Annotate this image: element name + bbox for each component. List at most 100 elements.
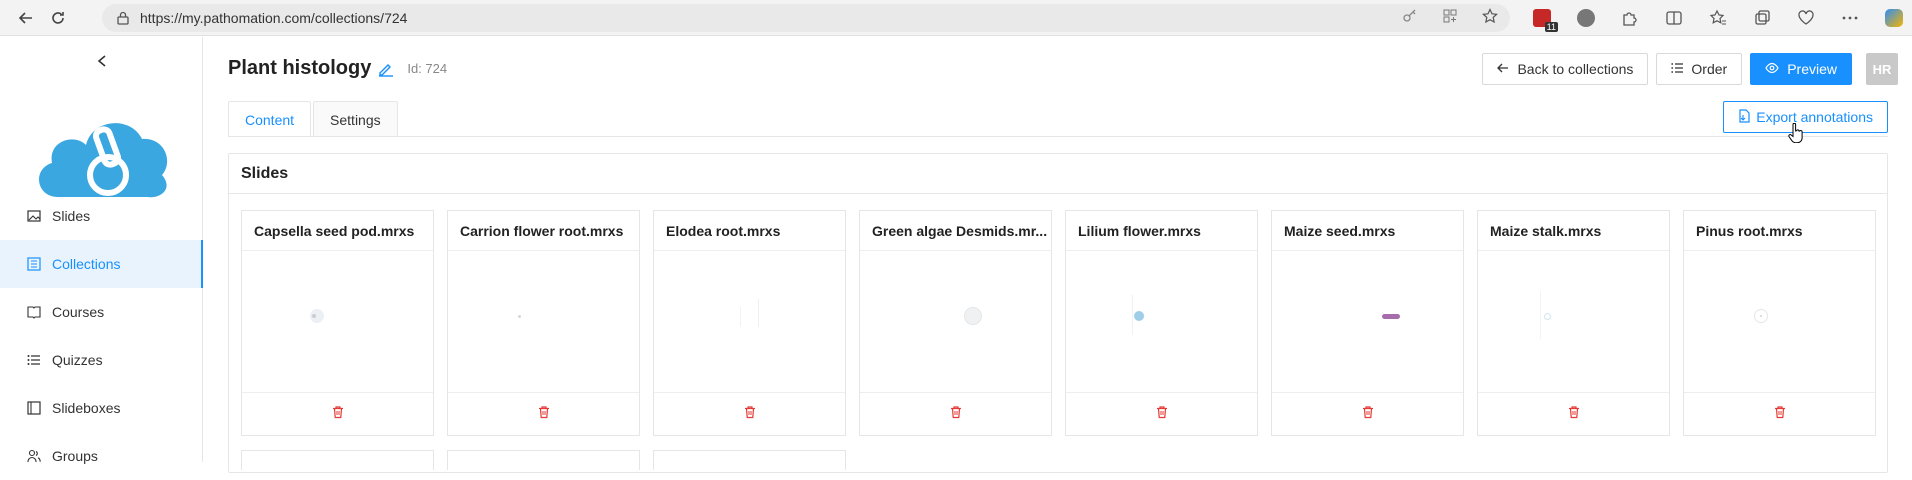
- sidebar-item-slides[interactable]: Slides: [0, 192, 203, 240]
- export-annotations-label: Export annotations: [1756, 109, 1873, 125]
- slide-card[interactable]: [653, 450, 846, 470]
- app-install-icon[interactable]: [1442, 8, 1458, 29]
- slide-thumbnail[interactable]: [448, 251, 639, 393]
- box-icon: [26, 400, 42, 416]
- preview-label: Preview: [1787, 61, 1837, 77]
- order-label: Order: [1691, 61, 1728, 77]
- slide-card[interactable]: Elodea root.mrxs: [653, 210, 846, 436]
- slide-actions: [654, 393, 845, 435]
- slide-actions: [1684, 393, 1875, 435]
- slide-actions: [242, 393, 433, 435]
- slide-card[interactable]: Carrion flower root.mrxs: [447, 210, 640, 436]
- delete-trash-icon[interactable]: [949, 405, 963, 424]
- slide-card[interactable]: Pinus root.mrxs: [1683, 210, 1876, 436]
- delete-trash-icon[interactable]: [1773, 405, 1787, 424]
- tab-divider: [228, 136, 1888, 137]
- url-text: https://my.pathomation.com/collections/7…: [140, 10, 408, 26]
- sidebar-item-label: Slides: [52, 208, 91, 224]
- sidebar-item-label: Collections: [52, 256, 121, 272]
- delete-trash-icon[interactable]: [1155, 405, 1169, 424]
- user-avatar[interactable]: HR: [1866, 53, 1898, 85]
- slide-thumbnail[interactable]: [654, 251, 845, 393]
- slide-card[interactable]: Maize stalk.mrxs: [1477, 210, 1670, 436]
- slide-grid: Capsella seed pod.mrxs Carrion flower ro…: [241, 210, 1876, 436]
- sidebar-item-label: Slideboxes: [52, 400, 121, 416]
- slide-name: Pinus root.mrxs: [1684, 211, 1875, 251]
- delete-trash-icon[interactable]: [537, 405, 551, 424]
- split-screen-icon[interactable]: [1662, 6, 1686, 30]
- slide-name: Green algae Desmids.mr...: [860, 211, 1051, 251]
- collection-icon: [26, 256, 42, 272]
- copilot-icon[interactable]: [1882, 6, 1906, 30]
- slide-thumbnail[interactable]: [1478, 251, 1669, 393]
- sidebar-item-collections[interactable]: Collections: [0, 240, 203, 288]
- sidebar-item-label: Courses: [52, 304, 105, 320]
- slide-thumbnail[interactable]: [242, 251, 433, 393]
- favorites-icon[interactable]: [1706, 6, 1730, 30]
- slide-thumbnail[interactable]: [1684, 251, 1875, 393]
- slide-name: Maize seed.mrxs: [1272, 211, 1463, 251]
- order-button[interactable]: Order: [1656, 53, 1743, 85]
- sidebar-item-courses[interactable]: Courses: [0, 288, 203, 336]
- back-to-collections-button[interactable]: Back to collections: [1482, 53, 1649, 85]
- image-icon: [26, 208, 42, 224]
- slide-thumbnail[interactable]: [1272, 251, 1463, 393]
- export-annotations-button[interactable]: Export annotations: [1723, 101, 1888, 133]
- slide-name: Lilium flower.mrxs: [1066, 211, 1257, 251]
- key-icon[interactable]: [1402, 8, 1418, 29]
- refresh-icon[interactable]: [46, 6, 70, 30]
- list-icon: [26, 352, 42, 368]
- slide-card[interactable]: [241, 450, 434, 470]
- collections-browser-icon[interactable]: [1750, 6, 1774, 30]
- sidebar-menu: Slides Collections Courses Quizzes Slide…: [0, 192, 203, 480]
- browser-toolbar: https://my.pathomation.com/collections/7…: [0, 0, 1912, 36]
- calendar-extension-icon[interactable]: 11: [1530, 6, 1558, 32]
- slide-card[interactable]: Lilium flower.mrxs: [1065, 210, 1258, 436]
- page-title: Plant histology: [228, 57, 372, 79]
- edit-pencil-icon[interactable]: [377, 60, 395, 78]
- eye-icon: [1765, 61, 1779, 77]
- profile-extension-icon[interactable]: [1574, 6, 1598, 30]
- ordered-list-icon: [1671, 61, 1684, 77]
- sidebar: Slides Collections Courses Quizzes Slide…: [0, 37, 203, 464]
- address-bar[interactable]: https://my.pathomation.com/collections/7…: [102, 4, 1510, 32]
- more-options-icon[interactable]: [1838, 6, 1862, 30]
- heart-pulse-icon[interactable]: [1794, 6, 1818, 30]
- puzzle-icon[interactable]: [1618, 6, 1642, 30]
- collection-id: Id: 724: [407, 61, 448, 76]
- tab-content[interactable]: Content: [228, 101, 312, 137]
- slide-card[interactable]: Maize seed.mrxs: [1271, 210, 1464, 436]
- back-arrow-icon[interactable]: [14, 6, 38, 30]
- header-actions: Back to collections Order Preview: [1482, 53, 1852, 85]
- sidebar-item-slideboxes[interactable]: Slideboxes: [0, 384, 203, 432]
- hand-cursor-icon: [1788, 122, 1804, 148]
- book-icon: [26, 304, 42, 320]
- slide-actions: [1478, 393, 1669, 435]
- delete-trash-icon[interactable]: [743, 405, 757, 424]
- sidebar-item-groups[interactable]: Groups: [0, 432, 203, 480]
- delete-trash-icon[interactable]: [331, 405, 345, 424]
- lock-icon: [117, 11, 129, 25]
- slide-grid-next-row: [241, 450, 846, 470]
- collapse-sidebar-icon[interactable]: [92, 51, 112, 71]
- file-export-icon: [1738, 108, 1750, 126]
- tab-settings[interactable]: Settings: [313, 101, 398, 137]
- slide-actions: [448, 393, 639, 435]
- delete-trash-icon[interactable]: [1567, 405, 1581, 424]
- slide-thumbnail[interactable]: [860, 251, 1051, 393]
- arrow-left-icon: [1497, 61, 1509, 77]
- slide-name: Maize stalk.mrxs: [1478, 211, 1669, 251]
- slide-actions: [860, 393, 1051, 435]
- main-content: Plant histology Id: 724 Back to collecti…: [204, 37, 1912, 473]
- sidebar-item-quizzes[interactable]: Quizzes: [0, 336, 203, 384]
- favorite-star-icon[interactable]: [1482, 8, 1498, 29]
- slides-card: Slides Capsella seed pod.mrxs Carrion fl…: [228, 153, 1888, 473]
- preview-button[interactable]: Preview: [1750, 53, 1852, 85]
- slide-card[interactable]: Capsella seed pod.mrxs: [241, 210, 434, 436]
- slide-card[interactable]: [447, 450, 640, 470]
- delete-trash-icon[interactable]: [1361, 405, 1375, 424]
- tab-bar: Content Settings: [228, 101, 398, 137]
- slide-card[interactable]: Green algae Desmids.mr...: [859, 210, 1052, 436]
- slide-thumbnail[interactable]: [1066, 251, 1257, 393]
- slides-section-title: Slides: [229, 154, 1887, 194]
